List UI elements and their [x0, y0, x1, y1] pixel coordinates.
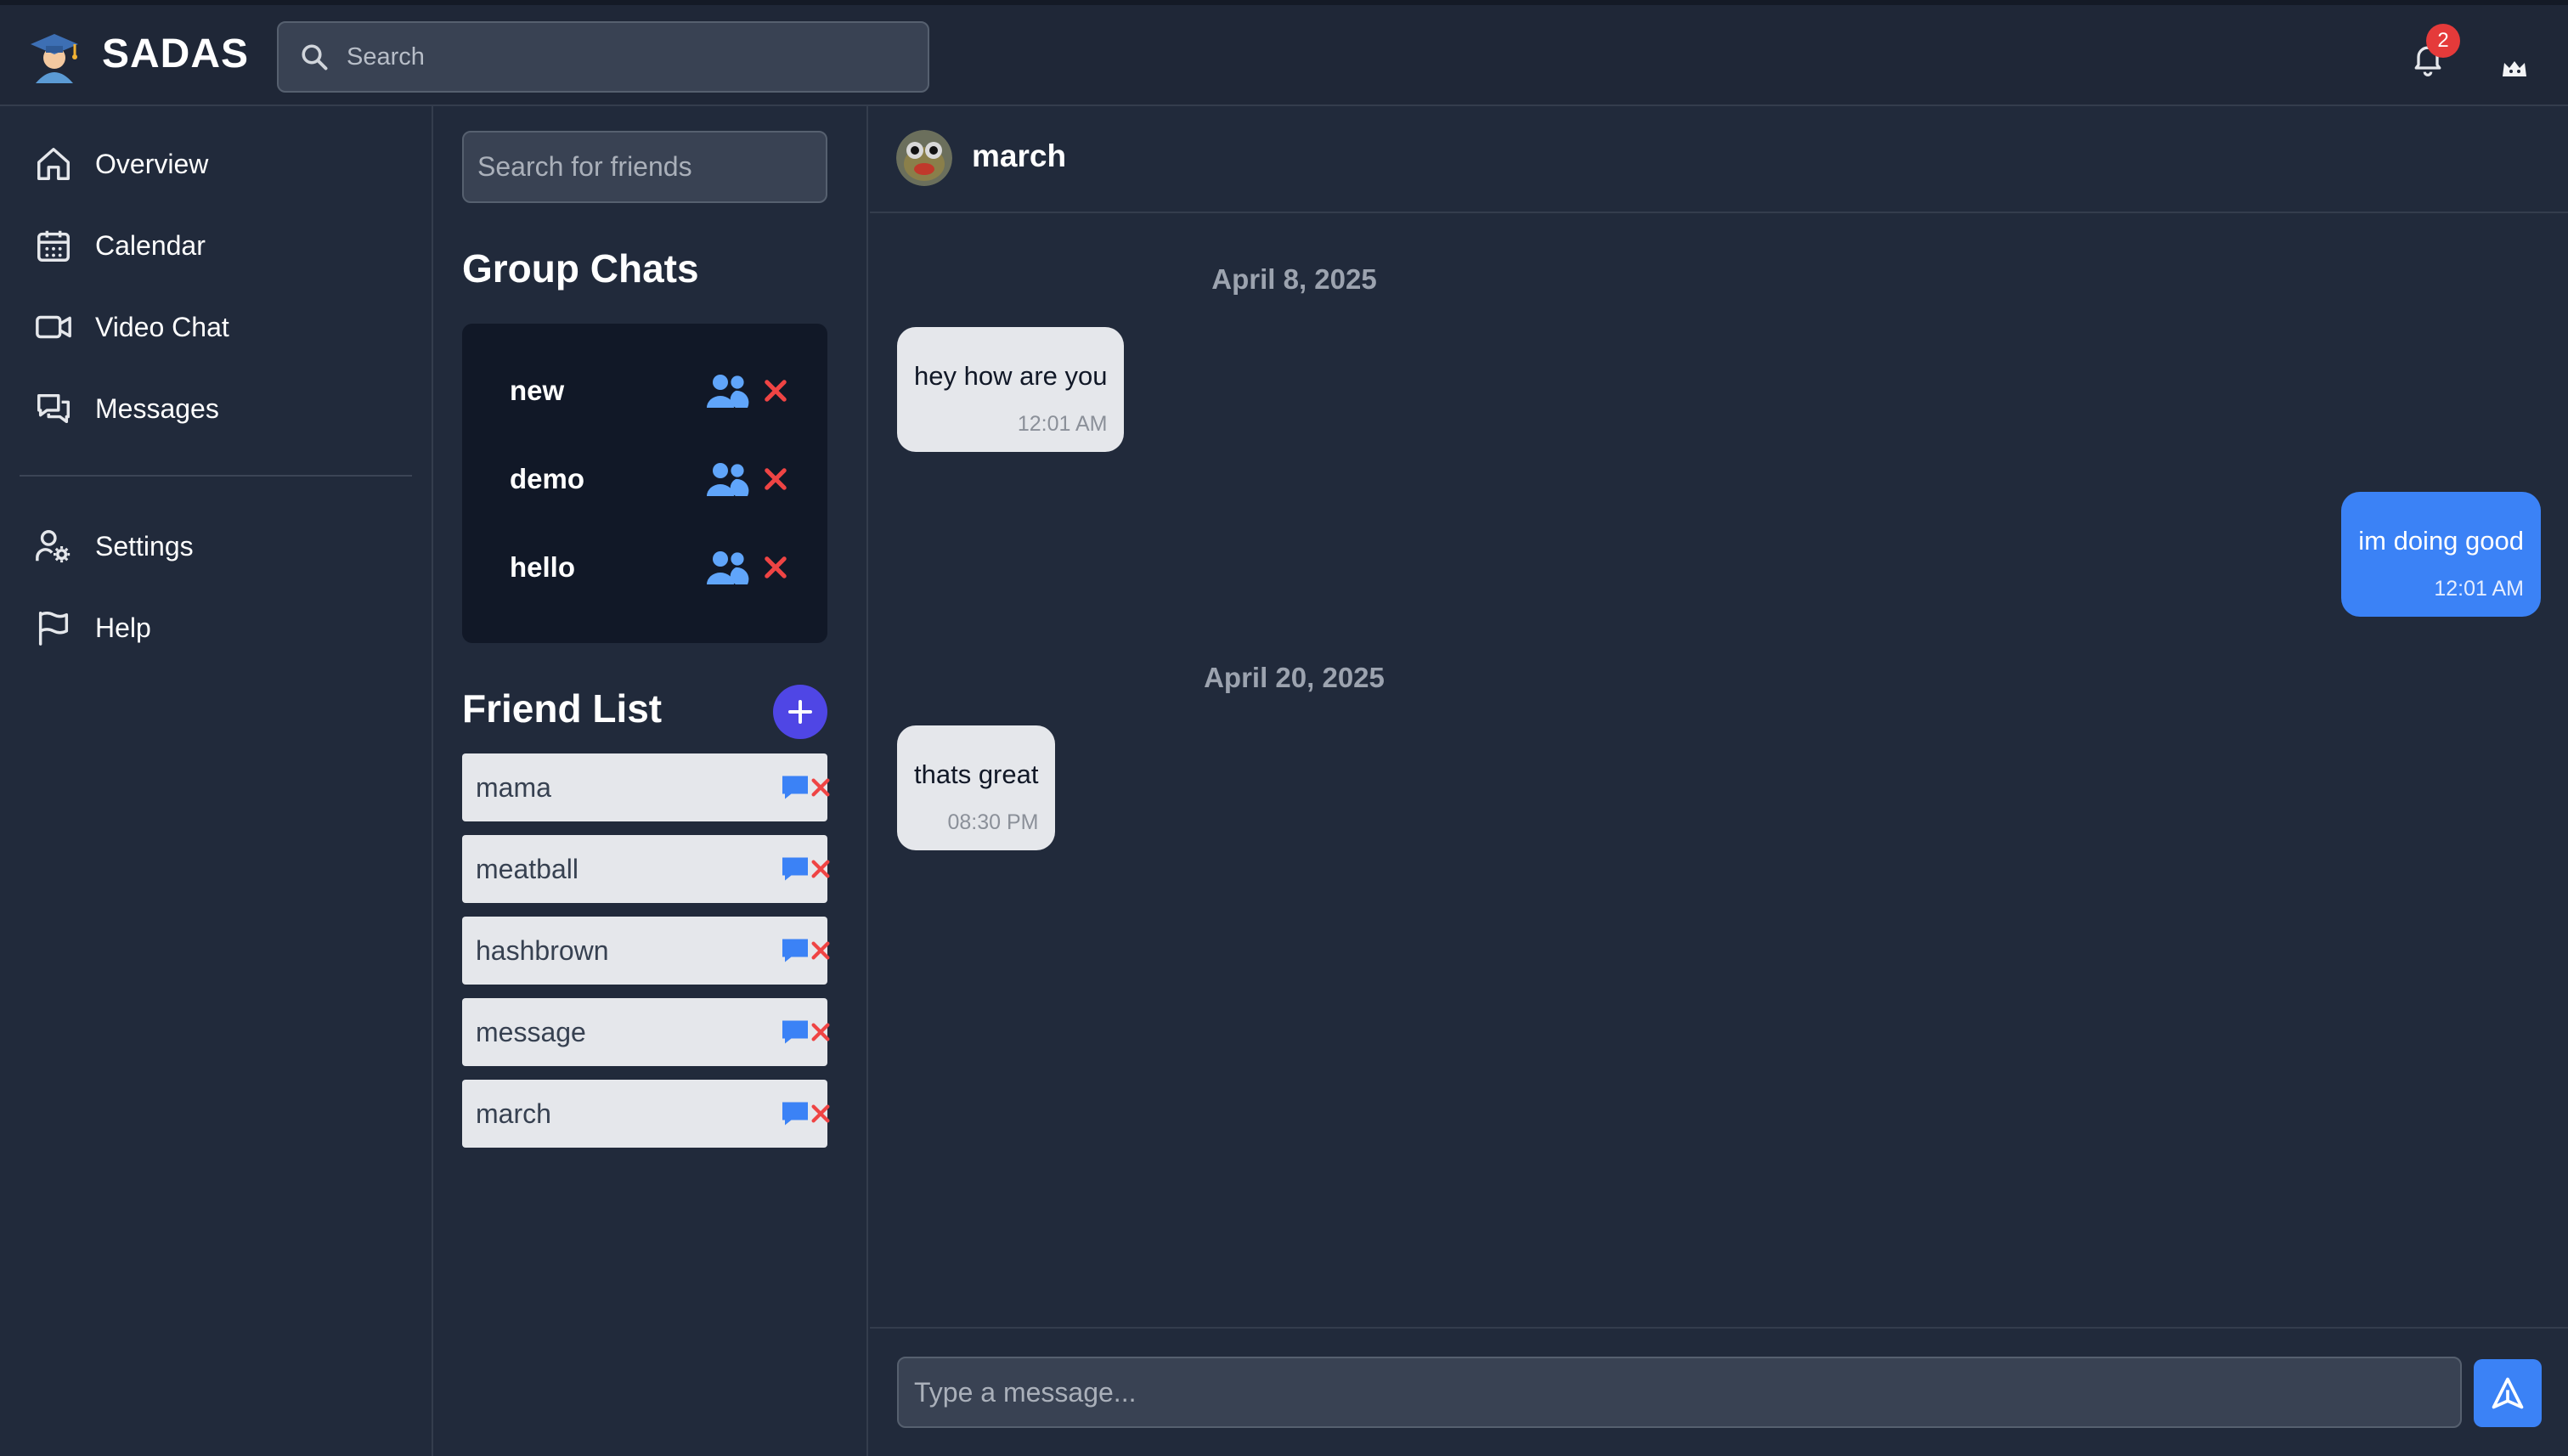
nav-item-label: Help — [95, 612, 151, 643]
nav-item-video-chat[interactable]: Video Chat — [34, 302, 229, 353]
group-chats-list: new demo hello — [462, 324, 827, 643]
group-chat-item[interactable]: demo — [510, 454, 799, 505]
date-separator: April 8, 2025 — [1211, 263, 1377, 295]
friend-item[interactable]: mama — [462, 753, 830, 821]
chat-bubbles-icon — [37, 393, 70, 424]
top-bar: SADAS 2 — [0, 0, 2568, 106]
friend-item[interactable]: meatball — [462, 835, 830, 903]
incoming-message: hey how are you 12:01 AM — [897, 327, 1125, 452]
message-text: im doing good — [2358, 526, 2524, 556]
message-friend-icon[interactable] — [780, 1098, 810, 1129]
friends-panel: Group Chats new demo — [435, 106, 868, 1456]
video-icon — [36, 315, 71, 339]
friend-item[interactable]: hashbrown — [462, 917, 830, 985]
incoming-message: thats great 08:30 PM — [897, 725, 1056, 850]
nav-item-settings[interactable]: Settings — [34, 521, 194, 572]
group-chat-name: new — [510, 375, 565, 406]
friend-list-title: Friend List — [462, 686, 663, 731]
flag-icon — [38, 612, 69, 646]
group-chats-title: Group Chats — [462, 246, 699, 291]
chat-header: march — [870, 106, 2568, 213]
nav-item-messages[interactable]: Messages — [34, 383, 219, 434]
nav-item-help[interactable]: Help — [34, 602, 151, 653]
plus-icon — [788, 700, 812, 724]
graduate-logo-icon[interactable] — [25, 27, 83, 85]
friend-item[interactable]: message — [462, 998, 830, 1066]
group-members-icon[interactable] — [705, 460, 749, 499]
user-avatar-icon[interactable] — [2497, 51, 2531, 85]
brand-name: SADAS — [102, 31, 250, 76]
message-friend-icon[interactable] — [780, 935, 810, 966]
global-search-input[interactable] — [347, 23, 907, 91]
user-gear-icon — [36, 530, 71, 563]
global-search-box[interactable] — [277, 21, 929, 93]
friend-name: hashbrown — [476, 935, 609, 966]
remove-friend-icon[interactable] — [809, 776, 832, 799]
friend-name: march — [476, 1098, 551, 1129]
group-chat-item[interactable]: hello — [510, 543, 799, 594]
send-icon — [2492, 1377, 2524, 1409]
contact-name: march — [972, 138, 1067, 173]
add-friend-button[interactable] — [773, 685, 827, 739]
composer-divider — [870, 1327, 2568, 1329]
message-time: 12:01 AM — [1017, 412, 1108, 436]
nav-item-label: Messages — [95, 392, 219, 424]
outgoing-message: im doing good 12:01 AM — [2341, 492, 2541, 617]
remove-friend-icon[interactable] — [809, 1102, 832, 1126]
calendar-icon — [37, 230, 70, 262]
message-friend-icon[interactable] — [780, 1017, 810, 1047]
friend-name: meatball — [476, 854, 579, 884]
group-chat-item[interactable]: new — [510, 366, 799, 417]
friend-item[interactable]: march — [462, 1080, 830, 1148]
message-friend-icon[interactable] — [780, 854, 810, 884]
chat-panel: march April 8, 2025 hey how are you 12:0… — [870, 106, 2568, 1456]
group-chat-name: demo — [510, 463, 585, 494]
group-members-icon[interactable] — [705, 548, 749, 587]
remove-friend-icon[interactable] — [809, 939, 832, 962]
nav-divider — [20, 475, 412, 477]
message-text: hey how are you — [914, 361, 1108, 391]
message-input[interactable] — [897, 1357, 2462, 1428]
nav-item-label: Settings — [95, 530, 194, 562]
remove-friend-icon[interactable] — [809, 857, 832, 881]
delete-group-icon[interactable] — [761, 465, 790, 494]
message-text: thats great — [914, 759, 1039, 789]
message-time: 12:01 AM — [2434, 577, 2524, 601]
message-friend-icon[interactable] — [780, 772, 810, 803]
friend-name: message — [476, 1017, 586, 1047]
group-chat-name: hello — [510, 551, 576, 583]
friend-name: mama — [476, 772, 551, 803]
search-icon — [302, 44, 328, 71]
nav-item-calendar[interactable]: Calendar — [34, 220, 206, 271]
friend-search-input[interactable] — [462, 131, 827, 203]
notification-badge: 2 — [2426, 24, 2460, 58]
home-icon — [37, 148, 70, 180]
date-separator: April 20, 2025 — [1204, 662, 1385, 693]
nav-item-label: Overview — [95, 148, 209, 179]
send-button[interactable] — [2474, 1359, 2542, 1427]
nav-item-label: Calendar — [95, 229, 206, 261]
contact-avatar[interactable] — [896, 130, 952, 186]
group-members-icon[interactable] — [705, 371, 749, 410]
nav-item-label: Video Chat — [95, 311, 229, 342]
delete-group-icon[interactable] — [761, 553, 790, 582]
message-time: 08:30 PM — [947, 810, 1039, 834]
delete-group-icon[interactable] — [761, 376, 790, 405]
nav-item-overview[interactable]: Overview — [34, 138, 208, 189]
sidebar: Overview Calendar Video Chat Messages Se… — [0, 106, 433, 1456]
remove-friend-icon[interactable] — [809, 1020, 832, 1044]
